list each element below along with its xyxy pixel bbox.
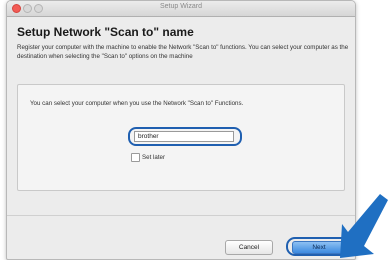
window-title: Setup Wizard xyxy=(159,3,203,10)
set-later-checkbox[interactable] xyxy=(131,153,140,162)
panel-instruction: You can select your computer when you us… xyxy=(30,100,244,107)
dialog-heading: Setup Network "Scan to" name xyxy=(17,25,194,39)
footer-divider xyxy=(7,215,355,216)
scan-to-name-input[interactable] xyxy=(134,131,234,142)
scan-to-panel: You can select your computer when you us… xyxy=(17,84,345,191)
dialog-description: Register your computer with the machine … xyxy=(17,44,349,60)
pointer-arrow-icon xyxy=(340,194,388,258)
set-later-option[interactable]: Set later xyxy=(131,153,165,162)
name-field-highlight xyxy=(128,127,242,146)
setup-wizard-window: Setup Wizard Setup Network "Scan to" nam… xyxy=(6,0,356,260)
cancel-button[interactable]: Cancel xyxy=(225,240,273,255)
title-bar: Setup Wizard xyxy=(7,1,355,17)
set-later-label: Set later xyxy=(142,154,166,161)
